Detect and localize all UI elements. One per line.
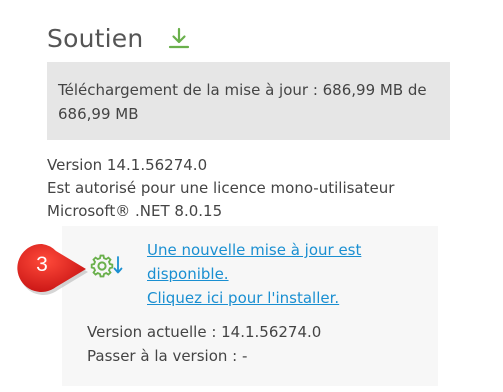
install-link[interactable]: Cliquez ici pour l'installer. — [147, 286, 361, 310]
version-text: Version 14.1.56274.0 — [47, 156, 208, 174]
callout-marker-3: 3 — [8, 240, 88, 298]
section-title: Soutien — [47, 24, 144, 53]
progress-text-line2: 686,99 MB — [58, 105, 139, 123]
gear-download-icon[interactable] — [90, 253, 124, 279]
current-version-text: Version actuelle : 14.1.56274.0 — [87, 323, 322, 341]
update-panel: Une nouvelle mise à jour est disponible.… — [62, 226, 438, 386]
support-page: Soutien Téléchargement de la mise à jour… — [0, 0, 503, 392]
download-progress-box: Téléchargement de la mise à jour : 686,9… — [47, 62, 450, 140]
new-update-link-line2[interactable]: disponible. — [147, 265, 229, 283]
version-details: Version actuelle : 14.1.56274.0 Passer à… — [87, 320, 321, 368]
update-links: Une nouvelle mise à jour est disponible.… — [147, 238, 361, 310]
new-update-link[interactable]: Une nouvelle mise à jour est disponible. — [147, 238, 361, 286]
target-version-text: Passer à la version : - — [87, 347, 248, 365]
new-update-link-line1[interactable]: Une nouvelle mise à jour est — [147, 241, 361, 259]
download-icon[interactable] — [167, 27, 191, 51]
product-info: Version 14.1.56274.0 Est autorisé pour u… — [47, 154, 394, 223]
progress-text-line1: Téléchargement de la mise à jour : 686,9… — [58, 81, 427, 99]
license-text: Est autorisé pour une licence mono-utili… — [47, 179, 395, 197]
runtime-text: Microsoft® .NET 8.0.15 — [47, 202, 223, 220]
callout-number: 3 — [36, 253, 48, 276]
support-heading: Soutien — [47, 24, 191, 53]
